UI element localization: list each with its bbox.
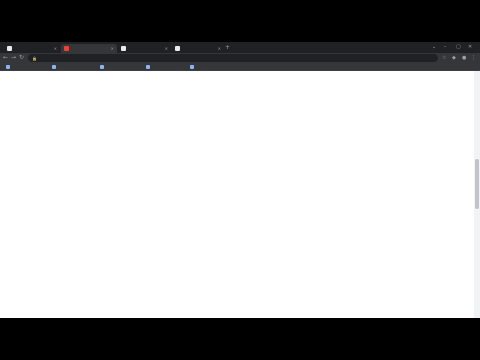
- tab-favicon-icon: [7, 46, 12, 51]
- bookmark-item[interactable]: [6, 64, 12, 70]
- scrollbar-thumb[interactable]: [475, 159, 479, 209]
- vertical-scrollbar[interactable]: [474, 71, 480, 318]
- reload-icon[interactable]: ↻: [19, 54, 24, 62]
- maximize-icon[interactable]: ▢: [456, 43, 461, 51]
- minimize-icon[interactable]: –: [444, 43, 447, 51]
- tab-3[interactable]: ×: [172, 44, 224, 53]
- bookmark-favicon-icon: [100, 65, 104, 69]
- close-icon[interactable]: ×: [165, 46, 168, 51]
- tab-search-icon[interactable]: ⌄: [432, 43, 436, 51]
- bookmark-item[interactable]: [190, 64, 196, 70]
- close-icon[interactable]: ×: [111, 46, 114, 51]
- tab-strip: × × × × + ⌄ – ▢ ✕: [0, 42, 480, 53]
- close-icon[interactable]: ×: [54, 46, 57, 51]
- bookmark-item[interactable]: [52, 64, 58, 70]
- menu-icon[interactable]: ⋮: [471, 54, 476, 62]
- back-icon[interactable]: ←: [3, 54, 8, 62]
- bookmark-item[interactable]: [100, 64, 106, 70]
- bookmark-favicon-icon: [52, 65, 56, 69]
- raw-message-source: [4, 73, 472, 313]
- email-source-view: [0, 71, 474, 318]
- tab-favicon-icon: [175, 46, 180, 51]
- close-icon[interactable]: ×: [218, 46, 221, 51]
- bookmark-item[interactable]: [146, 64, 152, 70]
- extensions-icon[interactable]: ◆: [452, 54, 456, 62]
- lock-icon: 🔒: [32, 55, 37, 61]
- bookmark-favicon-icon: [190, 65, 194, 69]
- bookmark-favicon-icon: [146, 65, 150, 69]
- close-window-icon[interactable]: ✕: [468, 43, 472, 51]
- source-line: [4, 309, 472, 313]
- forward-icon[interactable]: →: [11, 54, 16, 62]
- tab-1[interactable]: ×: [61, 44, 117, 53]
- tab-0[interactable]: ×: [4, 44, 60, 53]
- video-frame: × × × × + ⌄ – ▢ ✕ ← → ↻ 🔒 ☆ ◆ ● ⋮: [0, 0, 480, 360]
- gmail-icon: [64, 46, 69, 51]
- tab-2[interactable]: ×: [118, 44, 171, 53]
- browser-window: × × × × + ⌄ – ▢ ✕ ← → ↻ 🔒 ☆ ◆ ● ⋮: [0, 42, 480, 318]
- browser-toolbar: ← → ↻ 🔒 ☆ ◆ ● ⋮: [0, 53, 480, 63]
- address-bar[interactable]: 🔒: [28, 54, 438, 62]
- star-icon[interactable]: ☆: [442, 54, 446, 62]
- bookmark-favicon-icon: [6, 65, 10, 69]
- new-tab-icon[interactable]: +: [225, 44, 230, 52]
- bookmarks-bar: [0, 63, 480, 71]
- profile-icon[interactable]: ●: [462, 54, 466, 62]
- tab-favicon-icon: [121, 46, 126, 51]
